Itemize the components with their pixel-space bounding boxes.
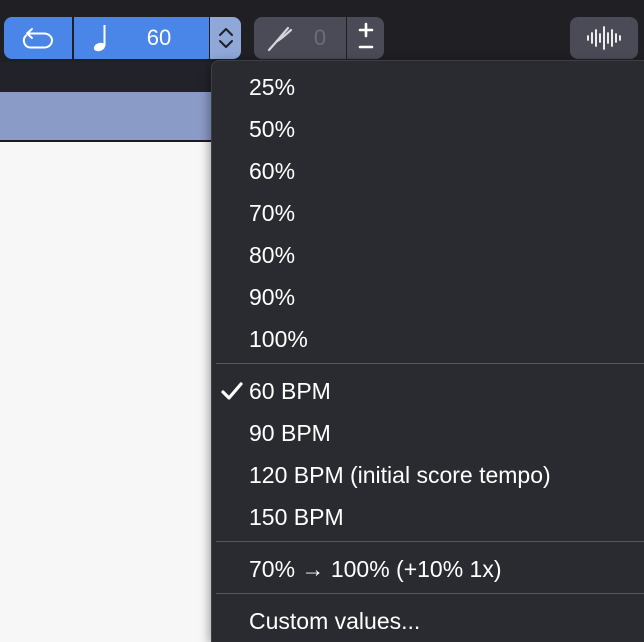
menu-item-bpm[interactable]: 150 BPM — [212, 496, 644, 538]
tempo-dropdown-stepper[interactable] — [210, 17, 241, 59]
menu-item-label: 70% → 100% (+10% 1x) — [249, 556, 502, 582]
menu-item-label: 25% — [249, 74, 296, 100]
waveform-button[interactable] — [570, 17, 638, 59]
menu-item-percent[interactable]: 70% — [212, 192, 644, 234]
tempo-dropdown-menu: 25% 50% 60% 70% 80% 90% 100% 60 BPM 90 B… — [211, 60, 644, 642]
menu-item-label: 90% — [249, 284, 296, 310]
menu-item-custom-values[interactable]: Custom values... — [212, 600, 644, 642]
menu-item-percent[interactable]: 25% — [212, 66, 644, 108]
playback-toolbar: 60 0 — [0, 0, 644, 62]
menu-item-percent[interactable]: 60% — [212, 150, 644, 192]
menu-item-bpm[interactable]: 90 BPM — [212, 412, 644, 454]
menu-item-tempo-ramp[interactable]: 70% → 100% (+10% 1x) — [212, 548, 644, 590]
menu-item-label: 60 BPM — [249, 378, 331, 404]
menu-item-bpm-selected[interactable]: 60 BPM — [212, 370, 644, 412]
tuning-fork-icon — [267, 26, 293, 52]
menu-item-percent[interactable]: 50% — [212, 108, 644, 150]
menu-item-percent[interactable]: 80% — [212, 234, 644, 276]
pitch-control[interactable]: 0 — [254, 17, 346, 59]
tempo-value: 60 — [146, 25, 172, 50]
menu-item-bpm[interactable]: 120 BPM (initial score tempo) — [212, 454, 644, 496]
menu-item-label: 100% — [249, 326, 308, 352]
loop-back-icon — [22, 28, 53, 49]
plus-minus-icon — [358, 22, 373, 49]
menu-item-label: 90 BPM — [249, 420, 331, 446]
menu-separator — [216, 363, 644, 364]
menu-separator — [216, 593, 644, 594]
menu-item-label: 120 BPM (initial score tempo) — [249, 462, 551, 488]
menu-item-label: 70% — [249, 200, 296, 226]
pitch-plus-minus-stepper[interactable] — [347, 17, 384, 59]
checkmark-icon — [221, 382, 243, 400]
menu-item-percent[interactable]: 100% — [212, 318, 644, 360]
menu-item-label: 50% — [249, 116, 296, 142]
pitch-value: 0 — [313, 25, 327, 50]
menu-item-label: 150 BPM — [249, 504, 344, 530]
menu-item-label: 60% — [249, 158, 296, 184]
loop-button[interactable] — [4, 17, 72, 59]
tempo-display[interactable]: 60 — [74, 17, 209, 59]
menu-item-label: Custom values... — [249, 608, 421, 634]
chevron-up-down-icon — [218, 28, 233, 48]
menu-item-label: 80% — [249, 242, 296, 268]
waveform-icon — [587, 26, 621, 50]
menu-item-percent[interactable]: 90% — [212, 276, 644, 318]
quarter-note-icon — [93, 25, 106, 52]
menu-separator — [216, 541, 644, 542]
